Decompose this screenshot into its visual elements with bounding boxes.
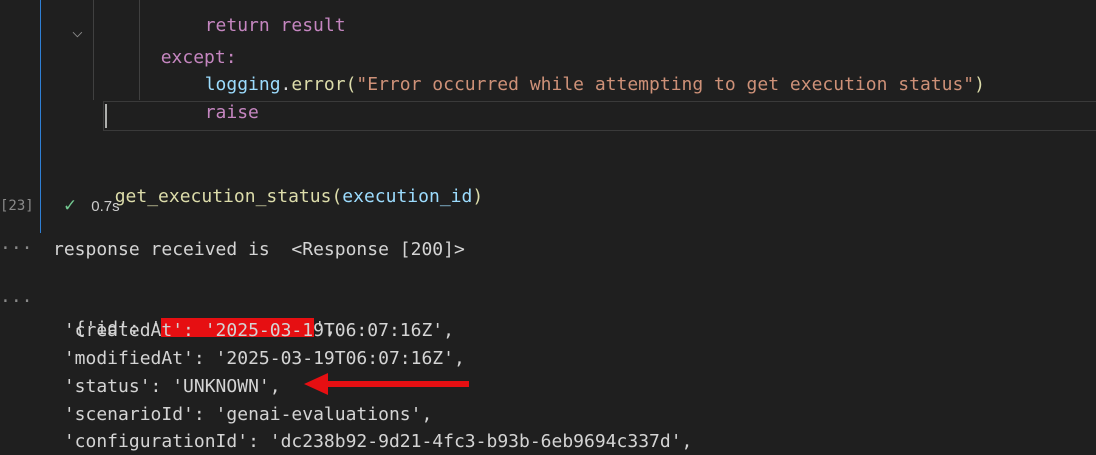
- chevron-down-icon[interactable]: ⌵: [72, 19, 83, 45]
- output-more-icon[interactable]: ···: [0, 289, 33, 315]
- check-icon: ✓: [63, 196, 78, 215]
- output-created-line: 'createdAt': '2025-03-19T06:07:16Z',: [53, 320, 454, 341]
- output-status-line: 'status': 'UNKNOWN',: [53, 376, 281, 397]
- code-line-call: get_execution_status(execution_id): [114, 186, 484, 207]
- execution-status: ✓ 0.7s: [63, 196, 120, 216]
- current-line-highlight[interactable]: [103, 101, 1096, 131]
- output-scenario-line: 'scenarioId': 'genai-evaluations',: [53, 404, 433, 425]
- annotation-arrow-icon: [304, 373, 469, 395]
- execution-duration: 0.7s: [91, 197, 120, 215]
- text-cursor: [105, 104, 107, 128]
- output-configuration-line: 'configurationId': 'dc238b92-9d21-4fc3-b…: [53, 431, 693, 452]
- execution-count: [23]: [0, 198, 34, 214]
- output-response-line: response received is <Response [200]>: [53, 239, 465, 260]
- indent-guide: [93, 0, 94, 100]
- output-more-icon[interactable]: ···: [0, 236, 33, 262]
- code-line-logging: logging.error("Error occurred while atte…: [204, 74, 985, 95]
- output-modified-line: 'modifiedAt': '2025-03-19T06:07:16Z',: [53, 348, 465, 369]
